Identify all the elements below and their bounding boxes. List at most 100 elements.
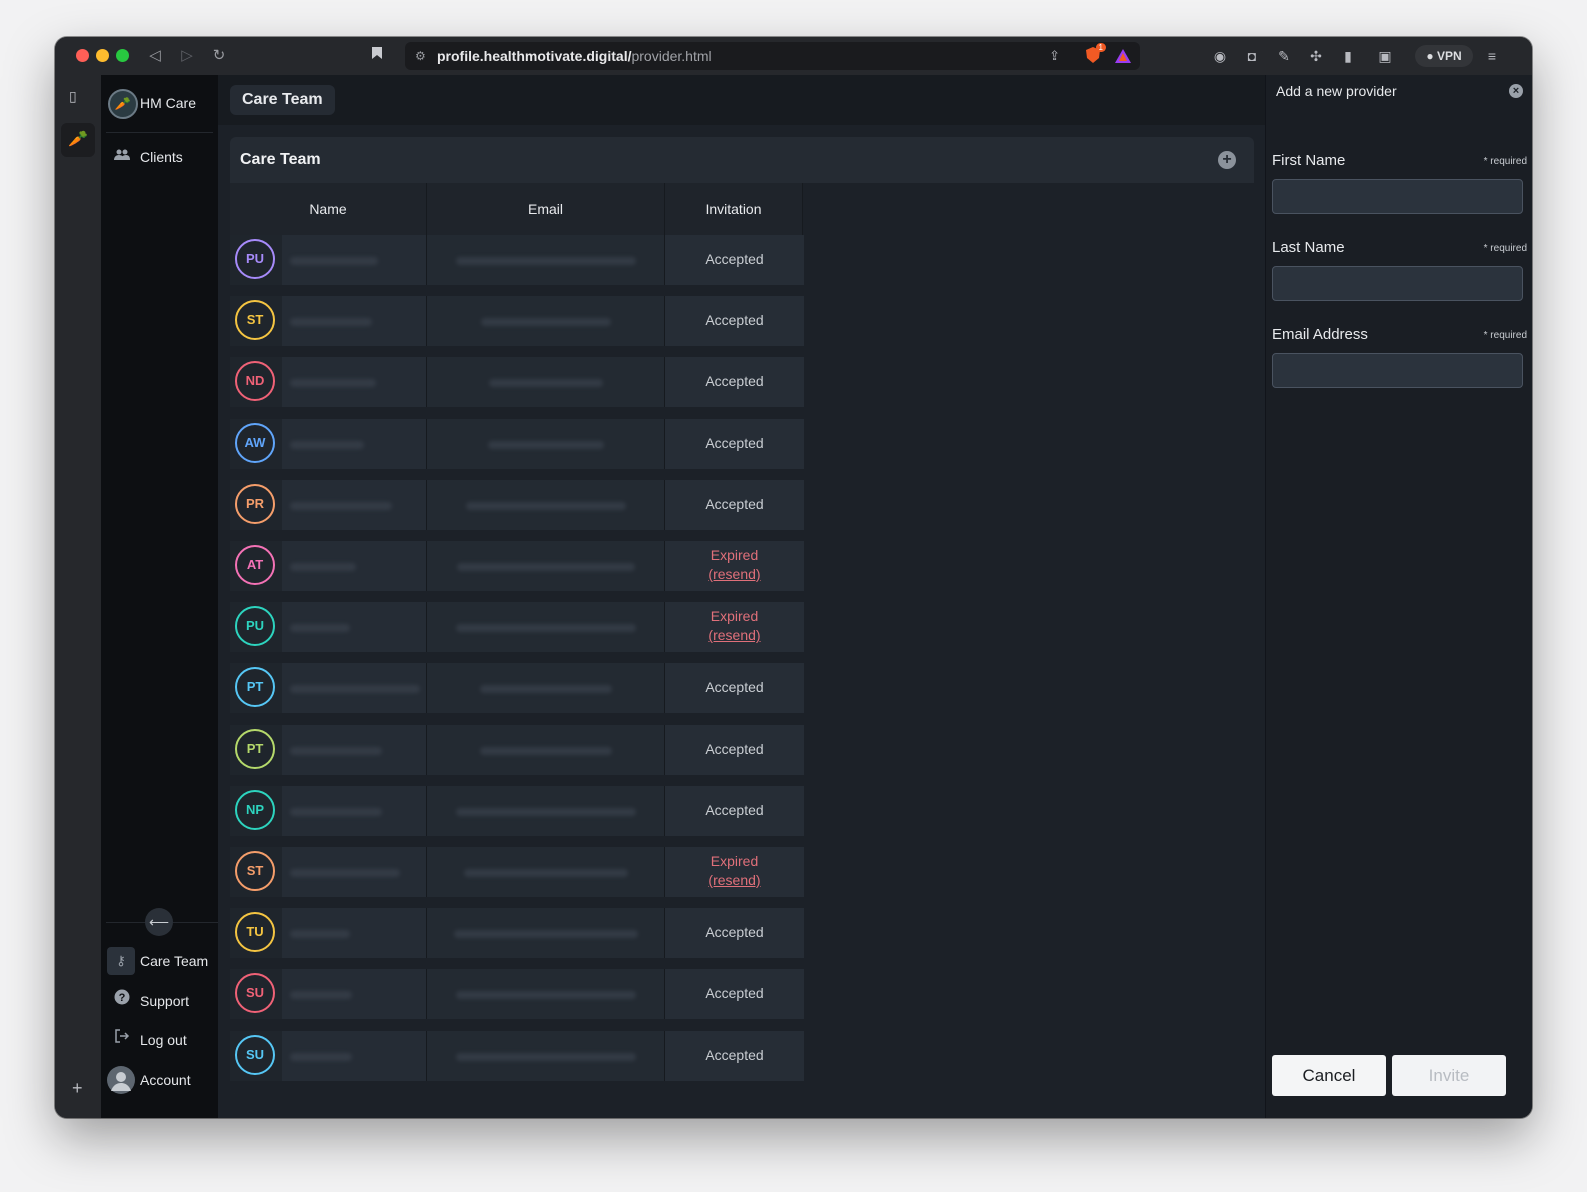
name-cell <box>282 296 426 347</box>
avatar-cell: ND <box>230 357 282 408</box>
address-bar[interactable]: ⚙ profile.healthmotivate.digital/provide… <box>405 42 1140 70</box>
add-provider-icon[interactable]: + <box>1218 151 1236 169</box>
sidebar-item-account[interactable]: Account <box>106 1064 218 1096</box>
table-row[interactable]: ST Expired (resend) <box>230 847 804 897</box>
invitation-status: Expired <box>710 547 759 563</box>
column-header-name[interactable]: Name <box>230 183 427 235</box>
resend-link[interactable]: (resend) <box>665 872 804 888</box>
app-sidebar: 🥕 HM Care Clients ⟵ ⚷ Care Team ? Suppor… <box>101 75 219 1118</box>
redacted-name <box>290 501 392 510</box>
carrot-app-icon[interactable]: 🥕 <box>61 123 95 157</box>
first-name-label: First Name <box>1272 152 1346 169</box>
camera-icon[interactable]: ◘ <box>1242 46 1262 66</box>
avatar-cell: AT <box>230 541 282 591</box>
cancel-button[interactable]: Cancel <box>1272 1055 1386 1096</box>
name-cell <box>282 1030 426 1081</box>
reload-icon[interactable]: ↻ <box>208 45 230 67</box>
avatar-cell: TU <box>230 908 282 959</box>
invitation-status: Accepted <box>705 251 764 267</box>
avatar: PT <box>235 667 275 708</box>
column-header-invitation[interactable]: Invitation <box>665 183 803 235</box>
email-input[interactable] <box>1272 353 1523 388</box>
sidebar-item-log-out[interactable]: Log out <box>106 1024 218 1056</box>
sidebar-item-care-team[interactable]: ⚷ Care Team <box>106 945 218 977</box>
redacted-email <box>456 624 636 633</box>
sidebar-item-support[interactable]: ? Support <box>106 985 218 1017</box>
zoom-window-button[interactable] <box>116 49 129 62</box>
breadcrumb[interactable]: Care Team <box>230 85 335 115</box>
resend-link[interactable]: (resend) <box>665 627 804 643</box>
table-row[interactable]: AT Expired (resend) <box>230 541 804 591</box>
invitation-cell: Accepted <box>664 357 804 408</box>
table-row[interactable]: AW Accepted <box>230 418 804 469</box>
wallet-icon[interactable]: ▣ <box>1375 46 1395 66</box>
add-panel-icon[interactable]: + <box>72 1078 83 1099</box>
redacted-email <box>481 318 611 327</box>
password-manager-icon[interactable]: ◉ <box>1210 46 1230 66</box>
top-bar: Care Team <box>218 75 1265 125</box>
invitation-cell: Accepted <box>664 785 804 836</box>
first-name-required: * required <box>1483 156 1527 167</box>
collapse-sidebar-button[interactable]: ⟵ <box>145 908 173 936</box>
close-icon[interactable]: × <box>1509 84 1523 98</box>
column-header-email[interactable]: Email <box>427 183 665 235</box>
site-settings-icon[interactable]: ⚙ <box>415 49 426 63</box>
brand[interactable]: 🥕 HM Care <box>106 87 218 119</box>
invitation-cell: Accepted <box>664 724 804 775</box>
sidebar-toggle-icon[interactable]: ▮ <box>1338 46 1358 66</box>
first-name-input[interactable] <box>1272 179 1523 214</box>
avatar-cell: AW <box>230 418 282 469</box>
extensions-icon[interactable]: ✣ <box>1306 46 1326 66</box>
invite-button[interactable]: Invite <box>1392 1055 1506 1096</box>
close-window-button[interactable] <box>76 49 89 62</box>
email-cell <box>426 785 665 836</box>
sidebar-item-clients[interactable]: Clients <box>106 141 218 173</box>
share-icon[interactable]: ⇪ <box>1049 48 1060 64</box>
email-cell <box>426 418 665 469</box>
table-row[interactable]: PU Accepted <box>230 235 804 285</box>
svg-text:?: ? <box>119 992 126 1004</box>
bookmark-icon[interactable] <box>366 45 388 67</box>
avatar-icon <box>107 1066 135 1094</box>
avatar: TU <box>235 912 275 953</box>
help-icon: ? <box>110 989 134 1013</box>
minimize-window-button[interactable] <box>96 49 109 62</box>
table-row[interactable]: PT Accepted <box>230 724 804 775</box>
brave-shields-icon[interactable]: 1 <box>1084 43 1106 64</box>
table-row[interactable]: ND Accepted <box>230 357 804 408</box>
care-team-card: Care Team + Name Email Invitation PU Acce… <box>230 137 1254 1094</box>
redacted-name <box>290 563 356 571</box>
table-row[interactable]: SU Accepted <box>230 969 804 1020</box>
menu-icon[interactable]: ≡ <box>1482 46 1502 66</box>
table-row[interactable]: ST Accepted <box>230 296 804 347</box>
table-row[interactable]: TU Accepted <box>230 908 804 959</box>
email-cell <box>426 847 665 897</box>
eyedropper-icon[interactable]: ✎ <box>1274 46 1294 66</box>
people-icon <box>110 145 134 169</box>
email-cell <box>426 663 665 714</box>
forward-icon[interactable]: ▷ <box>176 45 198 67</box>
invitation-status: Accepted <box>705 924 764 941</box>
name-cell <box>282 969 426 1020</box>
brave-rewards-icon[interactable] <box>1114 47 1132 65</box>
table-row[interactable]: NP Accepted <box>230 785 804 836</box>
name-cell <box>282 663 426 714</box>
last-name-input[interactable] <box>1272 266 1523 301</box>
avatar: PU <box>235 606 275 647</box>
sidebar-panel-icon[interactable]: ▯ <box>69 88 77 105</box>
back-icon[interactable]: ◁ <box>144 45 166 67</box>
name-cell <box>282 418 426 469</box>
table-row[interactable]: PT Accepted <box>230 663 804 714</box>
resend-link[interactable]: (resend) <box>665 566 804 582</box>
vpn-button[interactable]: ● VPN <box>1415 45 1473 67</box>
invitation-status: Accepted <box>705 740 764 757</box>
name-cell <box>282 479 426 530</box>
redacted-email <box>488 440 604 449</box>
table-row[interactable]: SU Accepted <box>230 1030 804 1081</box>
avatar: AT <box>235 545 275 585</box>
table-row[interactable]: PR Accepted <box>230 479 804 530</box>
avatar-cell: PR <box>230 479 282 530</box>
redacted-name <box>290 318 372 327</box>
table-row[interactable]: PU Expired (resend) <box>230 602 804 653</box>
name-cell <box>282 908 426 959</box>
